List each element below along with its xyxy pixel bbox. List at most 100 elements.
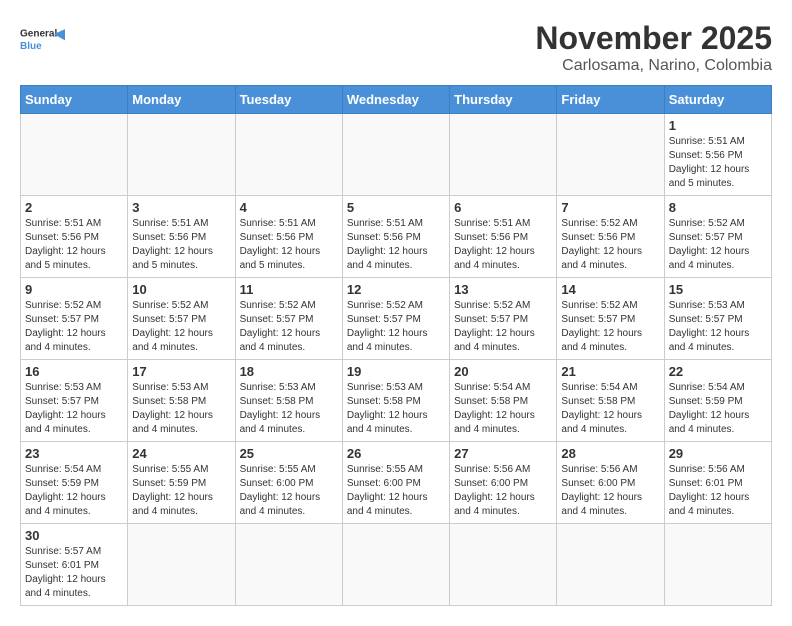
day-info: Sunrise: 5:56 AM Sunset: 6:00 PM Dayligh… [454, 463, 552, 519]
calendar-cell [557, 524, 664, 606]
day-info: Sunrise: 5:53 AM Sunset: 5:58 PM Dayligh… [347, 381, 445, 437]
calendar-cell [664, 524, 771, 606]
logo: General Blue [20, 20, 70, 60]
day-number: 19 [347, 364, 445, 379]
day-info: Sunrise: 5:53 AM Sunset: 5:57 PM Dayligh… [25, 381, 123, 437]
day-number: 22 [669, 364, 767, 379]
day-number: 4 [240, 200, 338, 215]
day-info: Sunrise: 5:51 AM Sunset: 5:56 PM Dayligh… [25, 217, 123, 273]
calendar-cell: 17Sunrise: 5:53 AM Sunset: 5:58 PM Dayli… [128, 360, 235, 442]
calendar-cell: 5 Sunrise: 5:51 AM Sunset: 5:56 PM Daylig… [342, 196, 449, 278]
calendar-cell [450, 524, 557, 606]
day-number: 30 [25, 528, 123, 543]
calendar-cell: 24Sunrise: 5:55 AM Sunset: 5:59 PM Dayli… [128, 442, 235, 524]
calendar-cell [557, 114, 664, 196]
calendar-cell [342, 114, 449, 196]
day-number: 3 [132, 200, 230, 215]
calendar-cell: 19 Sunrise: 5:53 AM Sunset: 5:58 PM Dayli… [342, 360, 449, 442]
day-info: Sunrise: 5:52 AM Sunset: 5:57 PM Dayligh… [132, 299, 230, 355]
svg-text:Blue: Blue [20, 41, 42, 52]
calendar-table: SundayMondayTuesdayWednesdayThursdayFrid… [20, 85, 772, 606]
calendar-cell: 10 Sunrise: 5:52 AM Sunset: 5:57 PM Dayli… [128, 278, 235, 360]
day-number: 10 [132, 282, 230, 297]
calendar-cell: 20 Sunrise: 5:54 AM Sunset: 5:58 PM Dayli… [450, 360, 557, 442]
calendar-cell [21, 114, 128, 196]
day-number: 29 [669, 446, 767, 461]
day-info: Sunrise: 5:53 AM Sunset: 5:58 PM Dayligh… [240, 381, 338, 437]
generalblue-logo: General Blue [20, 20, 70, 60]
header: General Blue November 2025 Carlosama, Na… [20, 20, 772, 75]
calendar-cell: 25Sunrise: 5:55 AM Sunset: 6:00 PM Dayli… [235, 442, 342, 524]
calendar-cell: 29 Sunrise: 5:56 AM Sunset: 6:01 PM Dayli… [664, 442, 771, 524]
day-number: 25 [240, 446, 338, 461]
weekday-monday: Monday [128, 86, 235, 114]
day-info: Sunrise: 5:54 AM Sunset: 5:58 PM Dayligh… [454, 381, 552, 437]
day-info: Sunrise: 5:52 AM Sunset: 5:57 PM Dayligh… [25, 299, 123, 355]
day-number: 20 [454, 364, 552, 379]
calendar-cell: 2 Sunrise: 5:51 AM Sunset: 5:56 PM Daylig… [21, 196, 128, 278]
weekday-thursday: Thursday [450, 86, 557, 114]
calendar-cell [128, 524, 235, 606]
week-row-4: 16 Sunrise: 5:53 AM Sunset: 5:57 PM Dayli… [21, 360, 772, 442]
calendar-cell [235, 114, 342, 196]
calendar-cell [342, 524, 449, 606]
calendar-cell: 13Sunrise: 5:52 AM Sunset: 5:57 PM Dayli… [450, 278, 557, 360]
weekday-friday: Friday [557, 86, 664, 114]
week-row-5: 23 Sunrise: 5:54 AM Sunset: 5:59 PM Dayli… [21, 442, 772, 524]
calendar-cell: 18 Sunrise: 5:53 AM Sunset: 5:58 PM Dayli… [235, 360, 342, 442]
day-info: Sunrise: 5:57 AM Sunset: 6:01 PM Dayligh… [25, 545, 123, 601]
day-number: 8 [669, 200, 767, 215]
calendar-cell [450, 114, 557, 196]
calendar-cell: 28Sunrise: 5:56 AM Sunset: 6:00 PM Dayli… [557, 442, 664, 524]
weekday-saturday: Saturday [664, 86, 771, 114]
week-row-1: 1Sunrise: 5:51 AM Sunset: 5:56 PM Daylig… [21, 114, 772, 196]
day-number: 23 [25, 446, 123, 461]
calendar-cell: 26Sunrise: 5:55 AM Sunset: 6:00 PM Dayli… [342, 442, 449, 524]
day-info: Sunrise: 5:52 AM Sunset: 5:57 PM Dayligh… [240, 299, 338, 355]
day-number: 14 [561, 282, 659, 297]
calendar-cell [128, 114, 235, 196]
location-subtitle: Carlosama, Narino, Colombia [535, 57, 772, 75]
day-number: 2 [25, 200, 123, 215]
weekday-sunday: Sunday [21, 86, 128, 114]
day-number: 24 [132, 446, 230, 461]
day-number: 18 [240, 364, 338, 379]
svg-text:General: General [20, 29, 57, 40]
day-number: 28 [561, 446, 659, 461]
day-number: 17 [132, 364, 230, 379]
day-info: Sunrise: 5:54 AM Sunset: 5:59 PM Dayligh… [25, 463, 123, 519]
day-info: Sunrise: 5:52 AM Sunset: 5:56 PM Dayligh… [561, 217, 659, 273]
calendar-cell: 8 Sunrise: 5:52 AM Sunset: 5:57 PM Daylig… [664, 196, 771, 278]
month-title: November 2025 [535, 20, 772, 57]
calendar-cell: 11 Sunrise: 5:52 AM Sunset: 5:57 PM Dayli… [235, 278, 342, 360]
calendar-cell: 16 Sunrise: 5:53 AM Sunset: 5:57 PM Dayli… [21, 360, 128, 442]
calendar-cell: 4 Sunrise: 5:51 AM Sunset: 5:56 PM Daylig… [235, 196, 342, 278]
weekday-wednesday: Wednesday [342, 86, 449, 114]
day-number: 21 [561, 364, 659, 379]
day-info: Sunrise: 5:51 AM Sunset: 5:56 PM Dayligh… [669, 135, 767, 191]
title-area: November 2025 Carlosama, Narino, Colombi… [535, 20, 772, 75]
calendar-cell: 6Sunrise: 5:51 AM Sunset: 5:56 PM Daylig… [450, 196, 557, 278]
day-number: 12 [347, 282, 445, 297]
day-info: Sunrise: 5:54 AM Sunset: 5:58 PM Dayligh… [561, 381, 659, 437]
day-info: Sunrise: 5:52 AM Sunset: 5:57 PM Dayligh… [454, 299, 552, 355]
day-info: Sunrise: 5:56 AM Sunset: 6:01 PM Dayligh… [669, 463, 767, 519]
day-number: 11 [240, 282, 338, 297]
calendar-cell: 9 Sunrise: 5:52 AM Sunset: 5:57 PM Daylig… [21, 278, 128, 360]
calendar-cell: 1Sunrise: 5:51 AM Sunset: 5:56 PM Daylig… [664, 114, 771, 196]
day-info: Sunrise: 5:51 AM Sunset: 5:56 PM Dayligh… [240, 217, 338, 273]
calendar-cell: 21 Sunrise: 5:54 AM Sunset: 5:58 PM Dayli… [557, 360, 664, 442]
calendar-cell: 22Sunrise: 5:54 AM Sunset: 5:59 PM Dayli… [664, 360, 771, 442]
calendar-cell: 23 Sunrise: 5:54 AM Sunset: 5:59 PM Dayli… [21, 442, 128, 524]
calendar-cell: 14Sunrise: 5:52 AM Sunset: 5:57 PM Dayli… [557, 278, 664, 360]
day-number: 16 [25, 364, 123, 379]
calendar-cell: 30 Sunrise: 5:57 AM Sunset: 6:01 PM Dayli… [21, 524, 128, 606]
day-info: Sunrise: 5:55 AM Sunset: 6:00 PM Dayligh… [347, 463, 445, 519]
day-number: 9 [25, 282, 123, 297]
day-info: Sunrise: 5:51 AM Sunset: 5:56 PM Dayligh… [347, 217, 445, 273]
day-number: 7 [561, 200, 659, 215]
day-info: Sunrise: 5:52 AM Sunset: 5:57 PM Dayligh… [669, 217, 767, 273]
day-number: 5 [347, 200, 445, 215]
day-number: 6 [454, 200, 552, 215]
calendar-cell: 27Sunrise: 5:56 AM Sunset: 6:00 PM Dayli… [450, 442, 557, 524]
